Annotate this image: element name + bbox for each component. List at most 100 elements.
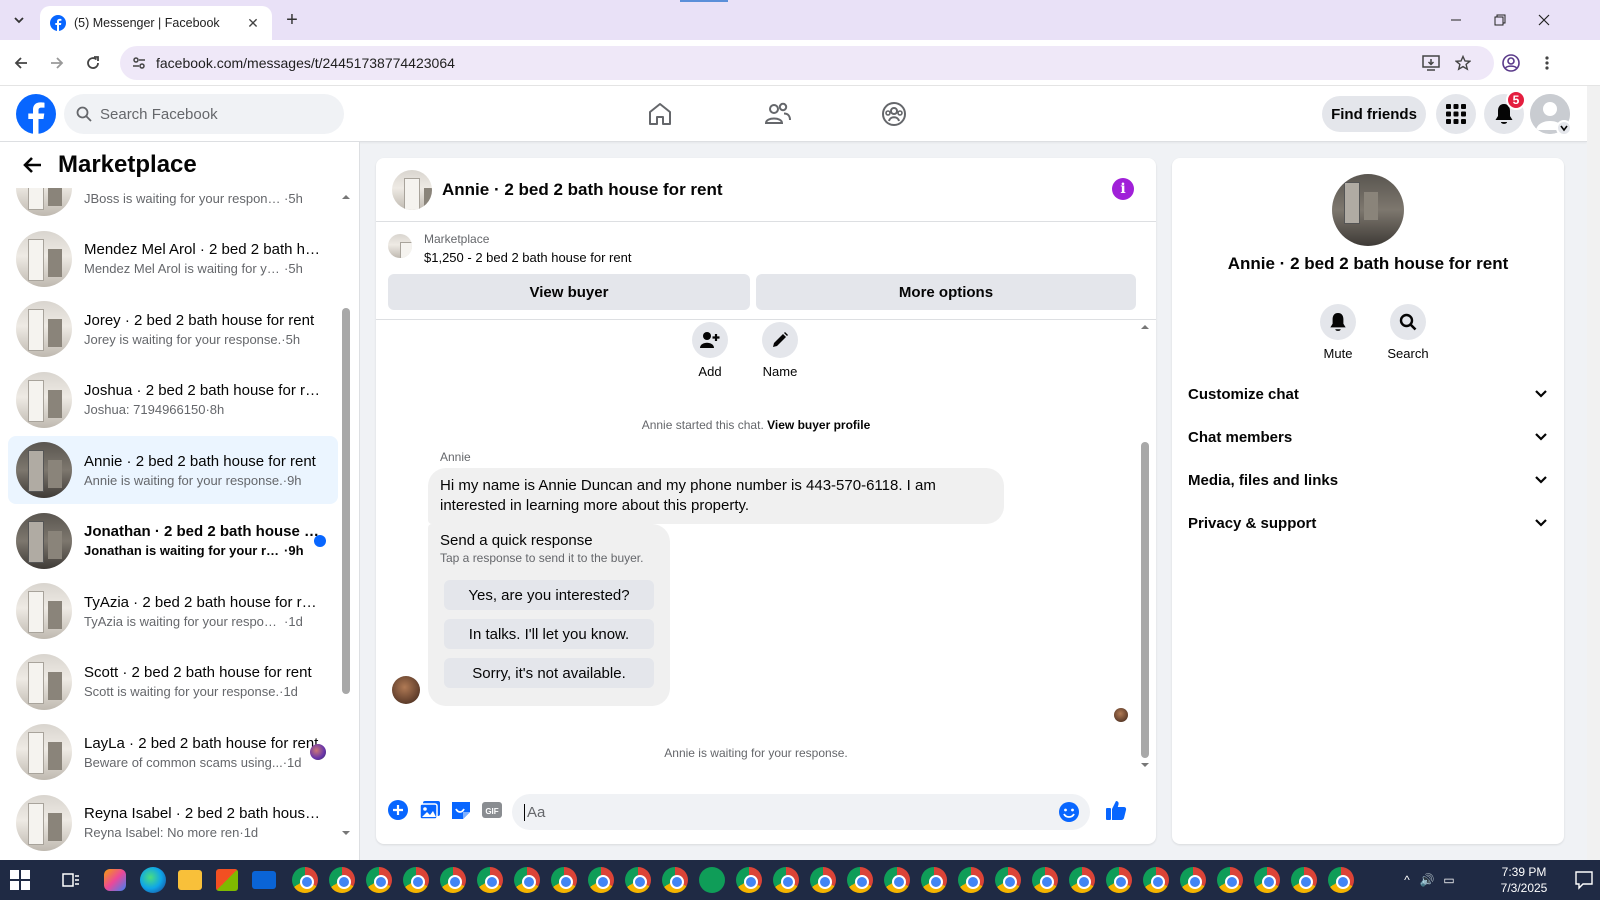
facebook-search-input[interactable] — [100, 105, 320, 123]
sidebar-scrollbar[interactable] — [340, 188, 352, 860]
thread-scroll-thumb[interactable] — [1141, 442, 1149, 758]
nav-groups[interactable] — [876, 98, 912, 130]
chrome-icon[interactable] — [366, 867, 392, 893]
chrome-icon[interactable] — [773, 867, 799, 893]
minimize-button[interactable] — [1434, 6, 1478, 34]
listing-thumbnail[interactable] — [388, 234, 412, 258]
gif-button[interactable]: GIF — [480, 798, 504, 822]
attach-photo-button[interactable] — [418, 798, 442, 822]
scroll-down-icon[interactable] — [340, 828, 352, 838]
chat-avatar[interactable] — [392, 169, 432, 210]
mail-icon[interactable] — [252, 871, 276, 889]
chrome-icon[interactable] — [847, 867, 873, 893]
app-icon[interactable] — [699, 867, 725, 893]
thread-scrollbar[interactable] — [1138, 320, 1152, 776]
chrome-icon[interactable] — [1106, 867, 1132, 893]
listing-description[interactable]: $1,250 - 2 bed 2 bath house for rent — [424, 250, 631, 265]
chrome-icon[interactable] — [1291, 867, 1317, 893]
conversation-item[interactable]: Mendez Mel Arol · 2 bed 2 bath house for… — [8, 225, 338, 293]
close-window-button[interactable] — [1522, 6, 1566, 34]
more-options-button[interactable]: More options — [756, 274, 1136, 310]
network-icon[interactable]: ▭ — [1440, 870, 1458, 890]
menu-button[interactable] — [1436, 94, 1476, 134]
mute-action[interactable]: Mute — [1308, 304, 1368, 361]
account-menu-chevron[interactable] — [1556, 120, 1572, 136]
site-info-icon[interactable] — [128, 52, 150, 74]
profile-button[interactable] — [1498, 50, 1524, 76]
task-view-icon[interactable] — [62, 871, 80, 889]
sender-avatar[interactable] — [392, 676, 420, 704]
sidebar-scroll-thumb[interactable] — [342, 308, 350, 694]
file-explorer-icon[interactable] — [178, 870, 202, 890]
facebook-logo[interactable] — [16, 94, 56, 134]
chrome-icon[interactable] — [514, 867, 540, 893]
incoming-message-bubble[interactable]: Hi my name is Annie Duncan and my phone … — [428, 468, 1004, 524]
chrome-icon[interactable] — [440, 867, 466, 893]
chrome-icon[interactable] — [1032, 867, 1058, 893]
more-actions-button[interactable] — [386, 798, 410, 822]
scroll-up-icon[interactable] — [340, 192, 352, 202]
profile-avatar-large[interactable] — [1332, 174, 1404, 246]
conversation-info-icon[interactable]: i — [1112, 178, 1134, 200]
restore-button[interactable] — [1478, 6, 1522, 34]
tray-overflow-icon[interactable]: ^ — [1398, 870, 1416, 890]
volume-icon[interactable]: 🔊 — [1418, 870, 1436, 890]
windows-start-icon[interactable] — [10, 870, 30, 890]
chrome-icon[interactable] — [477, 867, 503, 893]
chrome-icon[interactable] — [1180, 867, 1206, 893]
chrome-icon[interactable] — [884, 867, 910, 893]
quick-response-button[interactable]: Yes, are you interested? — [444, 580, 654, 610]
reload-button[interactable] — [80, 50, 106, 76]
chrome-icon[interactable] — [588, 867, 614, 893]
chrome-icon[interactable] — [921, 867, 947, 893]
section-media-files-links[interactable]: Media, files and links — [1188, 462, 1548, 498]
back-button[interactable] — [20, 152, 46, 178]
tab-search-button[interactable] — [6, 8, 32, 32]
chat-title[interactable]: Annie · 2 bed 2 bath house for rent — [442, 180, 723, 200]
chrome-icon[interactable] — [1217, 867, 1243, 893]
chrome-icon[interactable] — [329, 867, 355, 893]
back-button[interactable] — [8, 50, 34, 76]
forward-button[interactable] — [44, 50, 70, 76]
chrome-icon[interactable] — [551, 867, 577, 893]
chrome-icon[interactable] — [810, 867, 836, 893]
install-app-button[interactable] — [1418, 50, 1444, 76]
chrome-icon[interactable] — [736, 867, 762, 893]
name-chat-action[interactable]: Name — [750, 322, 810, 379]
chrome-icon[interactable] — [995, 867, 1021, 893]
chrome-icon[interactable] — [1254, 867, 1280, 893]
chrome-icon[interactable] — [1069, 867, 1095, 893]
notification-center-icon[interactable] — [1574, 870, 1594, 890]
search-action[interactable]: Search — [1378, 304, 1438, 361]
chrome-icon[interactable] — [958, 867, 984, 893]
add-person-button[interactable] — [692, 322, 728, 358]
edge-icon[interactable] — [140, 867, 166, 893]
quick-response-button[interactable]: In talks. I'll let you know. — [444, 619, 654, 649]
tab-close-icon[interactable]: ✕ — [244, 15, 262, 32]
conversation-item[interactable]: Joshua · 2 bed 2 bath house for rent Josh… — [8, 366, 338, 434]
scroll-down-icon[interactable] — [1139, 760, 1151, 770]
section-customize-chat[interactable]: Customize chat — [1188, 376, 1548, 412]
chrome-icon[interactable] — [403, 867, 429, 893]
edit-name-button[interactable] — [762, 322, 798, 358]
new-tab-button[interactable]: + — [280, 8, 304, 32]
chrome-icon[interactable] — [292, 867, 318, 893]
add-people-action[interactable]: Add — [680, 322, 740, 379]
emoji-icon[interactable] — [1058, 801, 1080, 823]
conversation-item[interactable]: Jonathan · 2 bed 2 bath house for rent Jo… — [8, 507, 338, 575]
sticker-button[interactable] — [449, 798, 473, 822]
view-buyer-button[interactable]: View buyer — [388, 274, 750, 310]
conversation-item[interactable]: TyAzia · 2 bed 2 bath house for rent TyAz… — [8, 577, 338, 645]
facebook-search-box[interactable] — [64, 94, 344, 134]
conversation-item[interactable]: Scott · 2 bed 2 bath house for rent Scott… — [8, 648, 338, 716]
chrome-icon[interactable] — [1328, 867, 1354, 893]
bookmark-button[interactable] — [1450, 50, 1476, 76]
conversation-item[interactable]: LayLa · 2 bed 2 bath house for rent Bewar… — [8, 718, 338, 786]
nav-friends[interactable] — [760, 98, 796, 130]
store-icon[interactable] — [216, 869, 238, 891]
section-chat-members[interactable]: Chat members — [1188, 419, 1548, 455]
scroll-up-icon[interactable] — [1139, 322, 1151, 332]
browser-menu-button[interactable] — [1534, 50, 1560, 76]
message-input[interactable] — [524, 803, 1044, 821]
find-friends-button[interactable]: Find friends — [1322, 96, 1426, 132]
